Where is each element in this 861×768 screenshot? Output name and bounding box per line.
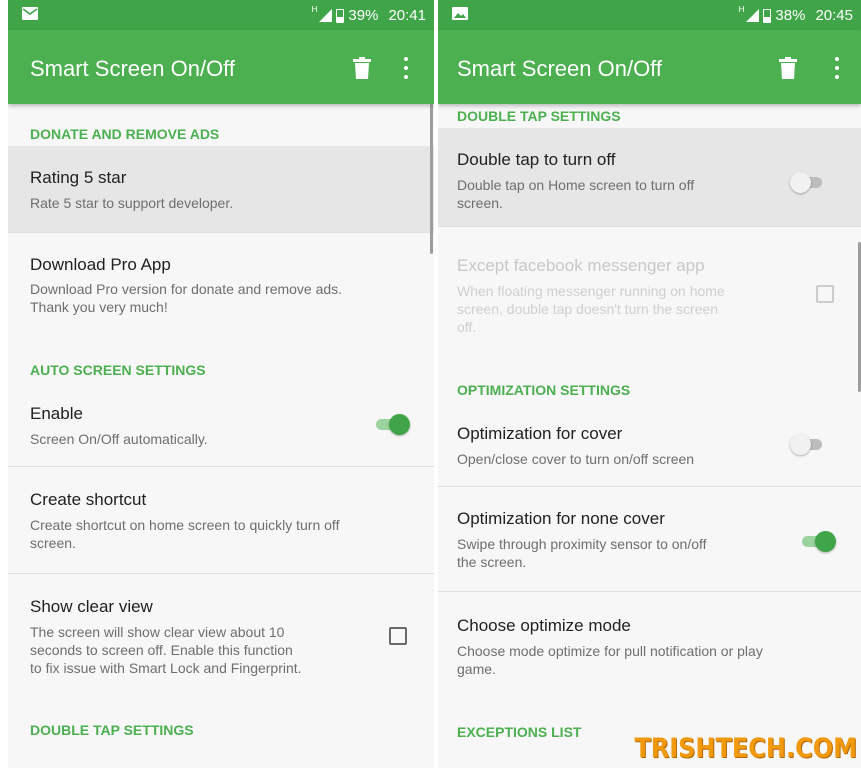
pref-rating[interactable]: Rating 5 star Rate 5 star to support dev… xyxy=(8,146,434,232)
settings-list: DOUBLE TAP SETTINGS Double tap to turn o… xyxy=(438,104,861,768)
clear-view-checkbox[interactable] xyxy=(389,627,407,645)
section-header-double-tap: DOUBLE TAP SETTINGS xyxy=(30,722,194,738)
pref-summary: screen. xyxy=(457,195,503,211)
section-header-exceptions: EXCEPTIONS LIST xyxy=(457,724,582,740)
pref-summary: Download Pro version for donate and remo… xyxy=(30,281,343,297)
watermark-logo: TRISHTECH.COM xyxy=(634,732,857,764)
section-header-double-tap: DOUBLE TAP SETTINGS xyxy=(457,108,621,124)
pref-summary: Screen On/Off automatically. xyxy=(30,431,208,447)
trash-icon[interactable] xyxy=(779,57,797,79)
app-title: Smart Screen On/Off xyxy=(30,56,236,81)
pref-summary: Rate 5 star to support developer. xyxy=(30,195,234,211)
pref-summary: screen, double tap doesn't turn the scre… xyxy=(457,301,719,317)
battery-percent: 39% xyxy=(348,7,379,24)
battery-percent: 38% xyxy=(775,7,806,24)
pref-summary: screen. xyxy=(30,535,76,551)
pref-title: Choose optimize mode xyxy=(457,616,631,635)
overflow-menu-icon[interactable] xyxy=(403,57,409,79)
pref-create-shortcut[interactable]: Create shortcut Create shortcut on home … xyxy=(8,467,434,573)
pref-summary: When floating messenger running on home xyxy=(457,283,725,299)
signal-icon xyxy=(746,9,760,22)
pref-title: Optimization for none cover xyxy=(457,509,665,528)
pref-title: Except facebook messenger app xyxy=(457,256,705,275)
right-screen: H 38% 20:45 Smart Screen On/Off DOUBLE T… xyxy=(438,0,861,768)
email-notification-icon xyxy=(22,7,38,20)
pref-summary: The screen will show clear view about 10 xyxy=(30,624,285,640)
pref-title: Enable xyxy=(30,404,83,423)
double-tap-switch[interactable] xyxy=(790,171,826,193)
battery-icon xyxy=(336,8,345,23)
scrollbar[interactable] xyxy=(430,104,433,254)
enable-switch[interactable] xyxy=(374,413,410,435)
signal-icon xyxy=(319,9,333,22)
pref-except-facebook[interactable]: Except facebook messenger app When float… xyxy=(438,227,861,347)
network-type: H xyxy=(738,5,745,14)
pref-title: Rating 5 star xyxy=(30,168,127,187)
section-header-auto: AUTO SCREEN SETTINGS xyxy=(30,362,206,378)
app-bar: Smart Screen On/Off xyxy=(8,30,434,104)
cover-switch[interactable] xyxy=(790,433,826,455)
pref-title: Double tap to turn off xyxy=(457,150,616,169)
app-bar: Smart Screen On/Off xyxy=(438,30,861,104)
pref-double-tap-off[interactable]: Double tap to turn off Double tap on Hom… xyxy=(438,128,861,226)
pref-summary: Thank you very much! xyxy=(30,299,168,315)
clock: 20:41 xyxy=(388,7,426,24)
pref-title: Show clear view xyxy=(30,597,153,616)
pref-summary: seconds to screen off. Enable this funct… xyxy=(30,642,293,658)
trash-icon[interactable] xyxy=(353,57,371,79)
pref-summary: game. xyxy=(457,661,496,677)
pref-optimization-none-cover[interactable]: Optimization for none cover Swipe throug… xyxy=(438,487,861,591)
pref-summary: Swipe through proximity sensor to on/off xyxy=(457,536,707,552)
pref-summary: the screen. xyxy=(457,554,527,570)
pref-choose-optimize-mode[interactable]: Choose optimize mode Choose mode optimiz… xyxy=(438,592,861,696)
overflow-menu-icon[interactable] xyxy=(834,57,840,79)
status-bar: H 38% 20:45 xyxy=(438,0,861,30)
pref-summary: Create shortcut on home screen to quickl… xyxy=(30,517,340,533)
none-cover-switch[interactable] xyxy=(800,530,836,552)
except-facebook-checkbox[interactable] xyxy=(816,285,834,303)
status-bar: H 39% 20:41 xyxy=(8,0,434,30)
pref-summary: off. xyxy=(457,319,477,335)
pref-title: Create shortcut xyxy=(30,490,147,509)
image-notification-icon xyxy=(452,7,468,20)
app-title: Smart Screen On/Off xyxy=(457,56,663,81)
pref-enable[interactable]: Enable Screen On/Off automatically. xyxy=(8,386,434,466)
pref-summary: Choose mode optimize for pull notificati… xyxy=(457,643,763,659)
pref-title: Optimization for cover xyxy=(457,424,623,443)
clock: 20:45 xyxy=(815,7,853,24)
section-header-optimization: OPTIMIZATION SETTINGS xyxy=(457,382,631,398)
settings-list: DONATE AND REMOVE ADS Rating 5 star Rate… xyxy=(8,104,434,768)
pref-title: Download Pro App xyxy=(30,255,171,274)
pref-optimization-cover[interactable]: Optimization for cover Open/close cover … xyxy=(438,406,861,486)
pref-download-pro[interactable]: Download Pro App Download Pro version fo… xyxy=(8,233,434,333)
pref-show-clear-view[interactable]: Show clear view The screen will show cle… xyxy=(8,574,434,694)
pref-summary: Double tap on Home screen to turn off xyxy=(457,177,695,193)
pref-summary: to fix issue with Smart Lock and Fingerp… xyxy=(30,660,302,676)
section-header-donate: DONATE AND REMOVE ADS xyxy=(30,126,220,142)
left-screen: H 39% 20:41 Smart Screen On/Off DONATE A… xyxy=(8,0,434,768)
network-type: H xyxy=(311,5,318,14)
battery-icon xyxy=(763,8,772,23)
pref-summary: Open/close cover to turn on/off screen xyxy=(457,451,695,467)
